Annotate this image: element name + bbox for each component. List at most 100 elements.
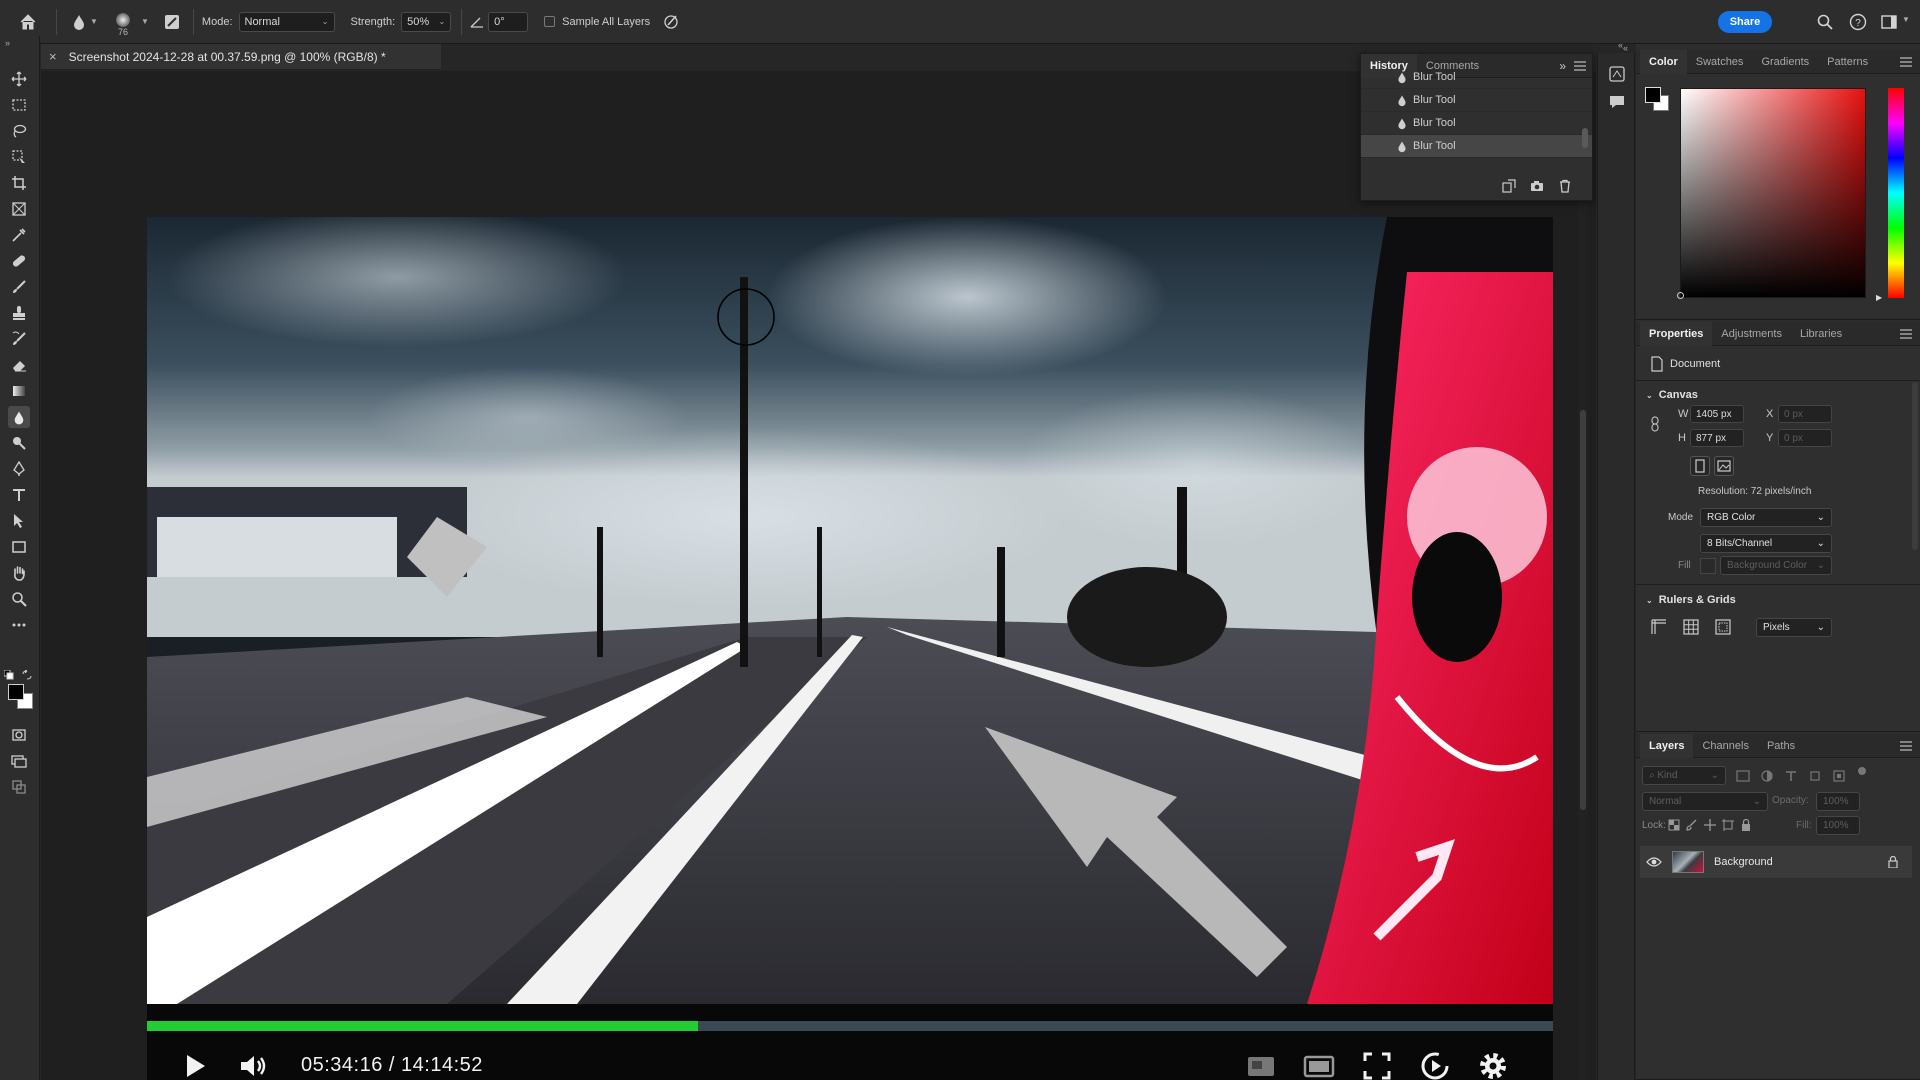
history-brush-tool[interactable] bbox=[8, 328, 30, 350]
eyedropper-tool[interactable] bbox=[8, 224, 30, 246]
dodge-tool[interactable] bbox=[8, 432, 30, 454]
default-colors-icon[interactable] bbox=[4, 670, 14, 680]
hue-slider[interactable] bbox=[1888, 88, 1904, 298]
tool-preset-picker[interactable]: ▼ bbox=[65, 0, 105, 44]
tab-color[interactable]: Color bbox=[1640, 49, 1687, 74]
tab-swatches[interactable]: Swatches bbox=[1687, 50, 1753, 74]
filter-shape-icon[interactable] bbox=[1808, 769, 1822, 783]
share-button[interactable]: Share bbox=[1718, 11, 1772, 33]
units-dropdown[interactable]: Pixels ⌄ bbox=[1756, 618, 1832, 637]
camera-icon[interactable] bbox=[1530, 179, 1544, 193]
edit-toolbar-button[interactable] bbox=[8, 776, 30, 798]
healing-brush-tool[interactable] bbox=[8, 250, 30, 272]
grid-icon[interactable] bbox=[1682, 618, 1700, 636]
portrait-orientation-button[interactable] bbox=[1690, 456, 1710, 476]
close-tab-icon[interactable]: × bbox=[49, 49, 57, 64]
history-item-selected[interactable]: Blur Tool bbox=[1361, 135, 1592, 158]
trash-icon[interactable] bbox=[1558, 179, 1572, 193]
color-mode-dropdown[interactable]: RGB Color ⌄ bbox=[1700, 508, 1832, 527]
history-panel-icon[interactable] bbox=[1608, 65, 1626, 83]
properties-scrollbar[interactable] bbox=[1912, 382, 1918, 550]
tab-gradients[interactable]: Gradients bbox=[1752, 50, 1818, 74]
hue-slider-handle[interactable]: ▶ bbox=[1876, 293, 1882, 302]
rectangle-tool[interactable] bbox=[8, 536, 30, 558]
panel-menu-icon[interactable] bbox=[1900, 741, 1912, 751]
height-field[interactable]: 877 px bbox=[1690, 429, 1744, 447]
clone-stamp-tool[interactable] bbox=[8, 302, 30, 324]
panel-menu-icon[interactable] bbox=[1900, 329, 1912, 339]
layer-row-background[interactable]: Background bbox=[1640, 846, 1912, 878]
blur-tool[interactable] bbox=[8, 406, 30, 428]
crop-tool[interactable] bbox=[8, 172, 30, 194]
tab-layers[interactable]: Layers bbox=[1640, 733, 1694, 758]
landscape-orientation-button[interactable] bbox=[1714, 456, 1734, 476]
lock-all-icon[interactable] bbox=[1740, 819, 1752, 831]
collapse-strip-icon[interactable]: « bbox=[1623, 43, 1628, 53]
brush-settings-button[interactable] bbox=[159, 0, 185, 44]
path-selection-tool[interactable] bbox=[8, 510, 30, 532]
brush-tool[interactable] bbox=[8, 276, 30, 298]
eraser-tool[interactable] bbox=[8, 354, 30, 376]
color-field-picker[interactable] bbox=[1677, 292, 1684, 299]
document-tab[interactable]: × Screenshot 2024-12-28 at 00.37.59.png … bbox=[41, 44, 441, 70]
lock-artboard-icon[interactable] bbox=[1722, 819, 1734, 831]
workspace-icon[interactable] bbox=[1880, 13, 1898, 31]
bit-depth-dropdown[interactable]: 8 Bits/Channel ⌄ bbox=[1700, 534, 1832, 553]
new-document-from-state-icon[interactable] bbox=[1502, 179, 1516, 193]
mode-dropdown[interactable]: Normal ⌄ bbox=[238, 11, 335, 32]
settings-gear-icon[interactable] bbox=[1477, 1050, 1509, 1080]
collapse-dock-icon[interactable]: « bbox=[1618, 40, 1623, 50]
lasso-tool[interactable] bbox=[8, 120, 30, 142]
angle-input[interactable]: 0° bbox=[488, 11, 529, 32]
fullscreen-icon[interactable] bbox=[1361, 1050, 1393, 1080]
tab-libraries[interactable]: Libraries bbox=[1791, 322, 1851, 346]
move-tool[interactable] bbox=[8, 68, 30, 90]
history-item[interactable]: Blur Tool bbox=[1361, 66, 1592, 89]
swap-colors-icon[interactable] bbox=[22, 670, 32, 680]
color-field[interactable] bbox=[1680, 88, 1866, 298]
chevron-down-icon[interactable]: ▼ bbox=[1902, 15, 1910, 24]
help-icon[interactable]: ? bbox=[1849, 13, 1867, 31]
foreground-color-swatch[interactable] bbox=[8, 684, 24, 700]
hand-tool[interactable] bbox=[8, 562, 30, 584]
pressure-pen-icon[interactable] bbox=[662, 13, 680, 31]
tab-channels[interactable]: Channels bbox=[1693, 734, 1757, 758]
canvas-scrollbar[interactable] bbox=[1578, 90, 1588, 1080]
filter-toggle[interactable] bbox=[1858, 767, 1866, 775]
sample-all-layers-checkbox[interactable] bbox=[544, 16, 556, 27]
rulers-icon[interactable] bbox=[1650, 618, 1668, 636]
filter-smart-object-icon[interactable] bbox=[1832, 769, 1846, 783]
rulers-grids-section-header[interactable]: ⌄ Rulers & Grids bbox=[1646, 594, 1736, 606]
tab-adjustments[interactable]: Adjustments bbox=[1712, 322, 1791, 346]
tab-properties[interactable]: Properties bbox=[1640, 321, 1713, 346]
type-tool[interactable] bbox=[8, 484, 30, 506]
lock-transparent-icon[interactable] bbox=[1668, 819, 1680, 831]
history-scrollbar[interactable] bbox=[1582, 128, 1588, 148]
marquee-tool[interactable] bbox=[8, 94, 30, 116]
filter-type-icon[interactable] bbox=[1784, 769, 1798, 783]
play-icon[interactable] bbox=[179, 1050, 211, 1080]
pixel-grid-icon[interactable] bbox=[1714, 618, 1732, 636]
canvas-section-header[interactable]: ⌄ Canvas bbox=[1646, 389, 1698, 401]
lock-icon[interactable] bbox=[1888, 856, 1898, 868]
filter-pixel-icon[interactable] bbox=[1736, 769, 1750, 783]
miniplayer-icon[interactable] bbox=[1245, 1050, 1277, 1080]
lock-image-icon[interactable] bbox=[1686, 819, 1698, 831]
panel-menu-icon[interactable] bbox=[1900, 57, 1912, 67]
brush-size-picker[interactable]: 76 bbox=[105, 0, 141, 44]
autoplay-icon[interactable] bbox=[1419, 1050, 1451, 1080]
gradient-tool[interactable] bbox=[8, 380, 30, 402]
filter-adjustment-icon[interactable] bbox=[1760, 769, 1774, 783]
link-icon[interactable] bbox=[1650, 416, 1660, 432]
layer-filter-dropdown[interactable]: ⌕ Kind ⌄ bbox=[1642, 766, 1726, 785]
history-item[interactable]: Blur Tool bbox=[1361, 89, 1592, 112]
quick-mask-button[interactable] bbox=[8, 724, 30, 746]
eye-visibility-icon[interactable] bbox=[1646, 856, 1662, 868]
pen-tool[interactable] bbox=[8, 458, 30, 480]
volume-icon[interactable] bbox=[237, 1050, 269, 1080]
theater-mode-icon[interactable] bbox=[1303, 1050, 1335, 1080]
width-field[interactable]: 1405 px bbox=[1690, 405, 1744, 423]
foreground-color-chip[interactable] bbox=[1645, 87, 1661, 103]
frame-tool[interactable] bbox=[8, 198, 30, 220]
tab-paths[interactable]: Paths bbox=[1758, 734, 1804, 758]
